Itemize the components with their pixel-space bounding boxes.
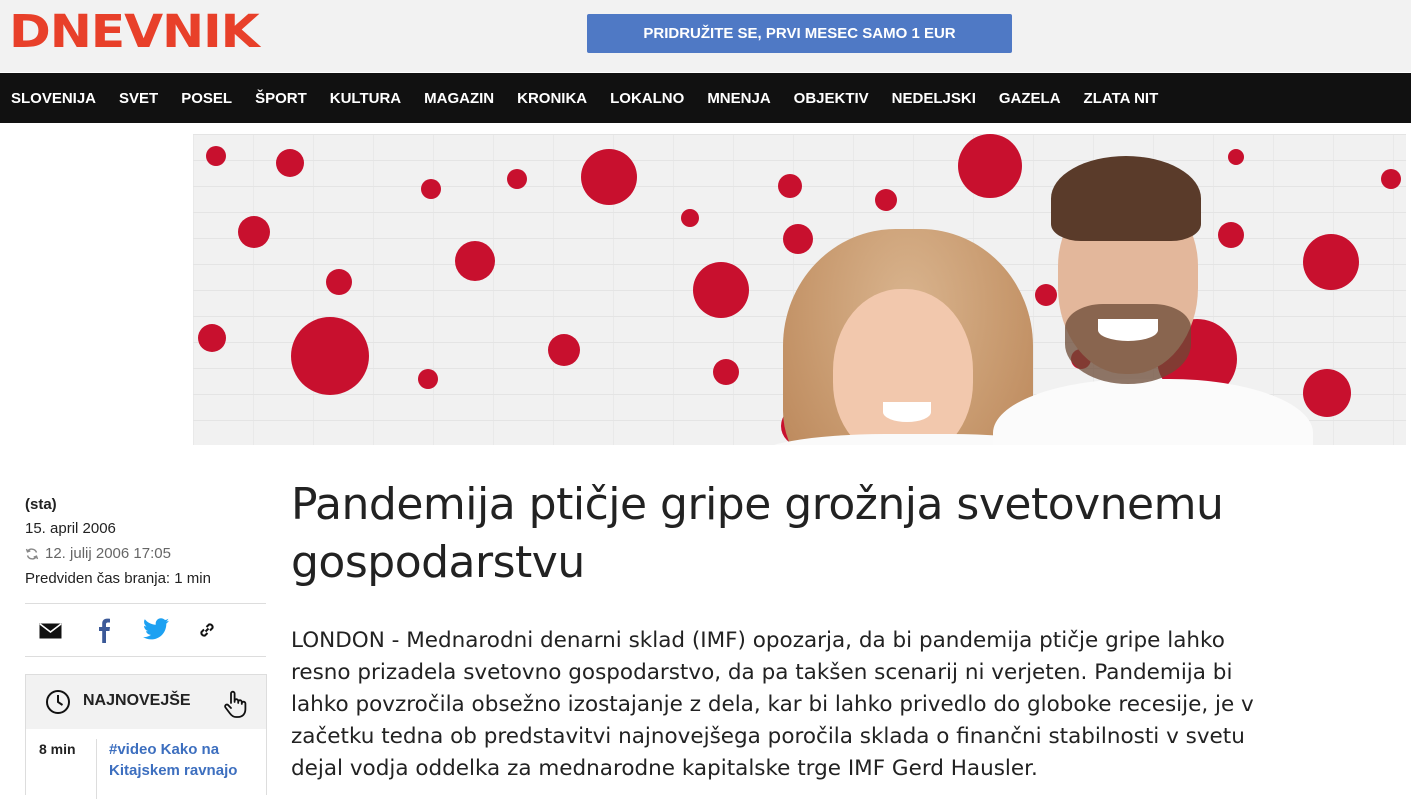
top-header: DNEVNIK PRIDRUŽITE SE, PRVI MESEC SAMO 1… [0,0,1411,72]
banner-dot [238,216,270,248]
reading-time: Predviden čas branja: 1 min [25,570,211,587]
nav-item-nedeljski[interactable]: NEDELJSKI [880,90,987,107]
banner-dot [581,149,637,205]
banner-man-body [993,379,1313,445]
banner-dot [326,269,352,295]
nav-item-magazin[interactable]: MAGAZIN [413,90,506,107]
latest-news-link[interactable]: #video Kako na Kitajskem ravnajo [109,739,259,781]
article-meta: (sta) 15. april 2006 12. julij 2006 17:0… [25,494,266,591]
banner-dot [455,241,495,281]
banner-dot [548,334,580,366]
banner-dot [421,179,441,199]
banner-dot [276,149,304,177]
latest-news-widget: NAJNOVEJŠE 8 min #video Kako na Kitajske… [25,674,267,799]
twitter-icon[interactable] [143,618,169,640]
nav-item-lokalno[interactable]: LOKALNO [599,90,696,107]
banner-woman-smile [883,402,931,422]
banner-man-beard [1065,304,1191,384]
banner-dot [778,174,802,198]
banner-dot [1218,222,1244,248]
refresh-icon [25,547,39,560]
banner-dot [206,146,226,166]
banner-dot [507,169,527,189]
banner-dot [291,317,369,395]
banner-dot [198,324,226,352]
banner-dot [1303,369,1351,417]
article-headline: Pandemija ptičje gripe grožnja svetovnem… [291,479,1224,588]
nav-item-mnenja[interactable]: MNENJA [696,90,782,107]
nav-item-gazela[interactable]: GAZELA [987,90,1072,107]
banner-ad-image[interactable] [193,134,1406,445]
banner-dot [1303,234,1359,290]
facebook-icon[interactable] [97,617,111,643]
nav-item-svet[interactable]: SVET [108,90,170,107]
share-bar [25,603,266,657]
latest-news-item[interactable]: 8 min #video Kako na Kitajskem ravnajo [26,729,266,799]
nav-item-objektiv[interactable]: OBJEKTIV [782,90,880,107]
published-date: 15. april 2006 [25,520,116,537]
main-nav: SLOVENIJA SVET POSEL ŠPORT KULTURA MAGAZ… [0,73,1411,123]
banner-dot [1035,284,1057,306]
article-source: (sta) [25,496,57,513]
latest-news-time: 8 min [39,741,76,757]
link-icon[interactable] [197,620,217,640]
banner-dot [713,359,739,385]
latest-news-title: NAJNOVEJŠE [83,692,191,709]
banner-dot [1381,169,1401,189]
email-icon[interactable] [39,623,62,639]
banner-dot [875,189,897,211]
banner-dot [958,134,1022,198]
banner-man-smile [1098,319,1158,341]
banner-dot [693,262,749,318]
banner-dot [783,224,813,254]
clock-icon [46,690,70,714]
banner-dot [418,369,438,389]
nav-item-slovenija[interactable]: SLOVENIJA [0,90,108,107]
swipe-hand-icon[interactable] [222,689,248,719]
article-lead: LONDON - Mednarodni denarni sklad (IMF) … [291,628,1254,781]
latest-news-divider [96,739,97,799]
banner-dot [681,209,699,227]
banner-man-hair [1051,156,1201,241]
updated-date: 12. julij 2006 17:05 [45,545,171,562]
nav-item-kultura[interactable]: KULTURA [318,90,412,107]
nav-item-zlata-nit[interactable]: ZLATA NIT [1072,90,1170,107]
nav-item-kronika[interactable]: KRONIKA [506,90,599,107]
subscribe-promo-button[interactable]: PRIDRUŽITE SE, PRVI MESEC SAMO 1 EUR [587,14,1012,53]
nav-item-sport[interactable]: ŠPORT [244,90,319,107]
latest-news-header: NAJNOVEJŠE [26,675,266,729]
updated-date-row: 12. julij 2006 17:05 [25,541,266,566]
site-logo[interactable]: DNEVNIK [9,6,260,58]
banner-dot [1228,149,1244,165]
nav-item-posel[interactable]: POSEL [170,90,244,107]
